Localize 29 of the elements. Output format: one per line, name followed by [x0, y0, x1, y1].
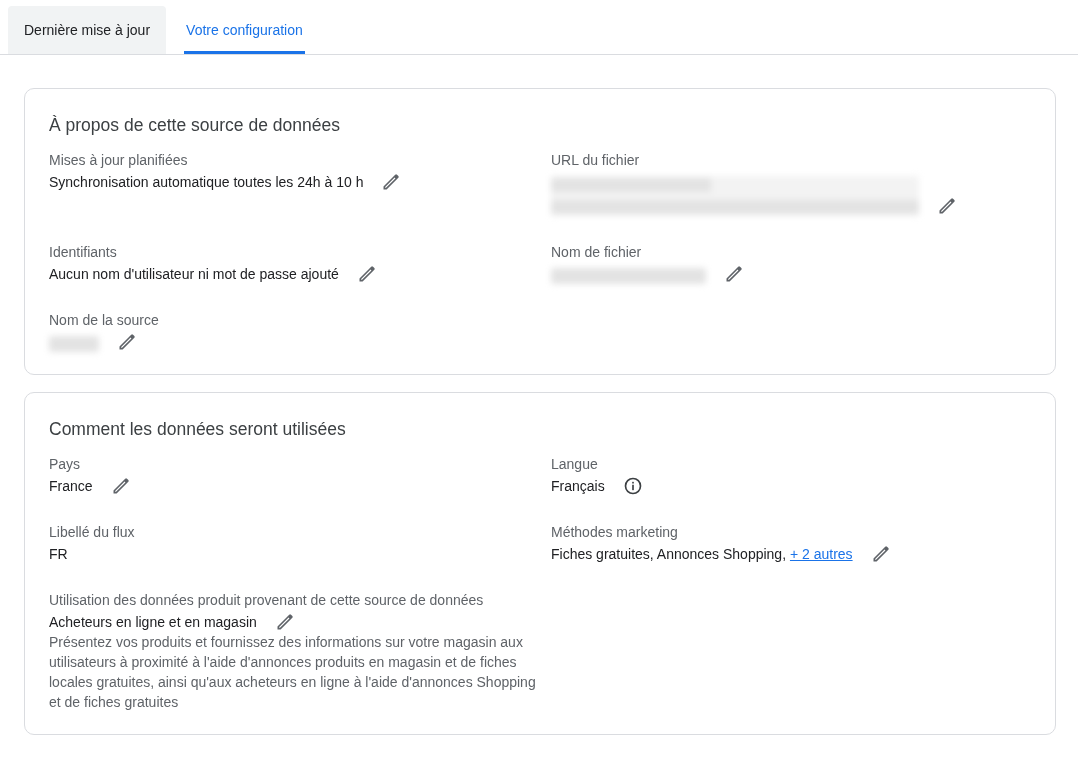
- tab[interactable]: Dernière mise à jour: [8, 6, 167, 54]
- field-value: FR: [49, 545, 68, 564]
- field-label: Nom de fichier: [551, 243, 643, 262]
- field-value: Français: [551, 477, 605, 496]
- card-title: À propos de cette source de données: [49, 115, 341, 136]
- field-value: France: [49, 477, 93, 496]
- field-label: URL du fichier: [551, 151, 641, 170]
- field-label: Pays: [49, 455, 82, 474]
- field-label: Nom de la source: [49, 311, 160, 330]
- blurred-value: [49, 336, 99, 352]
- field-label: Libellé du flux: [49, 523, 136, 542]
- field-label: Utilisation des données produit provenant de cette source de données: [49, 591, 485, 610]
- more-link[interactable]: + 2 autres: [789, 546, 853, 562]
- field-label: Mises à jour planifiées: [49, 151, 189, 170]
- field-value: Synchronisation automatique toutes les 24h à 10 h: [49, 173, 364, 192]
- field-value: Aucun nom d'utilisateur ni mot de passe ajouté: [49, 265, 339, 284]
- field-value: Acheteurs en ligne et en magasin: [49, 613, 257, 632]
- pencil-icon[interactable]: [724, 264, 744, 284]
- field-label: Méthodes marketing: [551, 523, 679, 542]
- field-label: Langue: [551, 455, 599, 474]
- card-title: Comment les données seront utilisées: [49, 419, 347, 440]
- info-icon[interactable]: [622, 476, 643, 496]
- field-description: Présentez vos produits et fournissez des informations sur votre magasin aux utilisateurs à proximité à l'aide d'annonces produits en magasin et de fiches locales gratuites, ainsi qu'aux acheteurs en ligne à l'aide d'annonces Shopping et de fiches gratuites: [49, 633, 537, 712]
- field-label: Identifiants: [49, 243, 118, 262]
- field-value: Fiches gratuites, Annonces Shopping, + 2 autres: [551, 545, 853, 564]
- tab[interactable]: Votre configuration: [184, 6, 305, 54]
- pencil-icon[interactable]: [381, 172, 402, 192]
- pencil-icon[interactable]: [117, 332, 137, 352]
- pencil-icon[interactable]: [937, 196, 957, 216]
